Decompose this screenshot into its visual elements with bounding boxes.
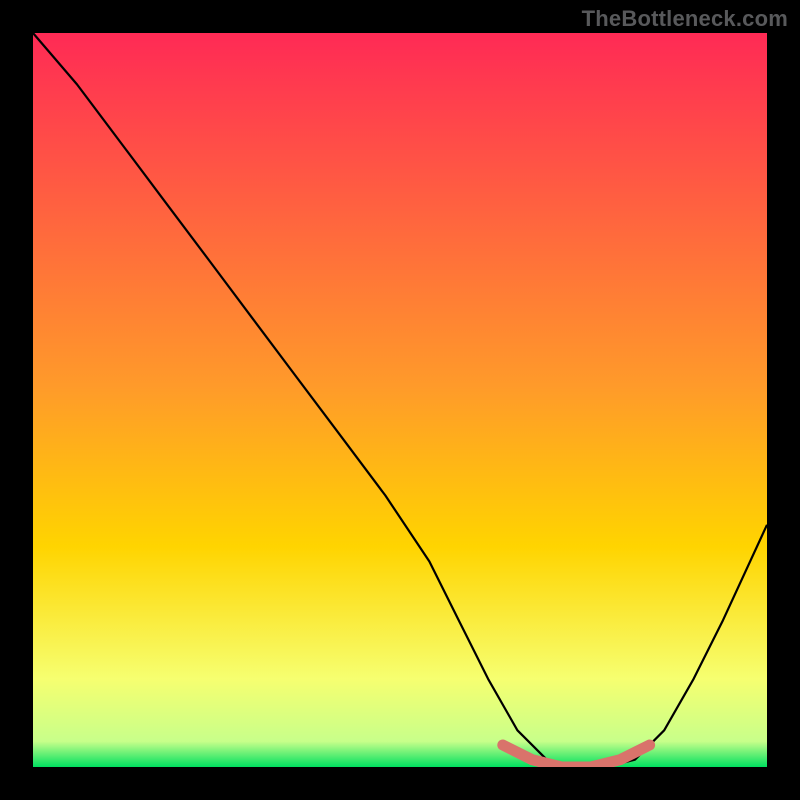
watermark-text: TheBottleneck.com xyxy=(582,6,788,32)
plot-area xyxy=(33,33,767,767)
gradient-background xyxy=(33,33,767,767)
chart-frame: TheBottleneck.com xyxy=(0,0,800,800)
bottleneck-chart xyxy=(33,33,767,767)
